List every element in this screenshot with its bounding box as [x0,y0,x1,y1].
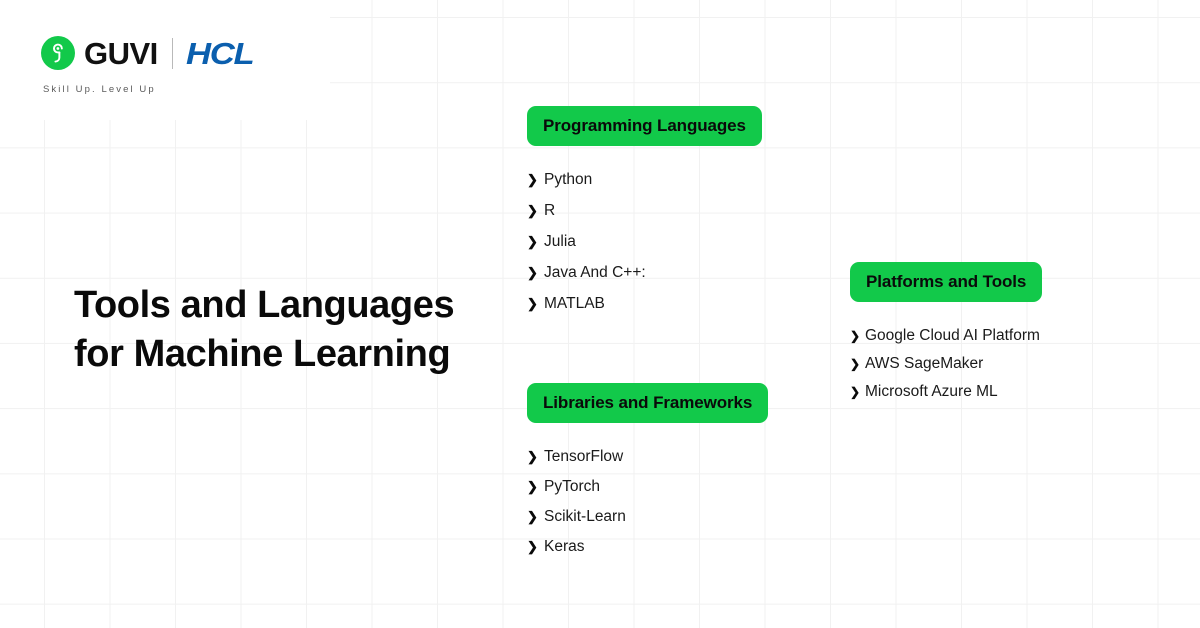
category-badge: Programming Languages [527,106,762,146]
list-item-label: Google Cloud AI Platform [865,327,1040,344]
category-libraries-and-frameworks: Libraries and Frameworks ❯ TensorFlow ❯ … [527,383,769,562]
category-platforms-and-tools: Platforms and Tools ❯ Google Cloud AI Pl… [850,262,1043,406]
list-item: ❯ AWS SageMaker [850,350,1042,378]
chevron-right-icon: ❯ [527,264,538,280]
list-item-label: AWS SageMaker [865,355,984,372]
list-item-label: TensorFlow [544,448,624,465]
chevron-right-icon: ❯ [527,233,538,249]
list-item: ❯ Julia [527,226,762,257]
list-item: ❯ TensorFlow [527,442,768,472]
list-item-label: Julia [544,232,576,250]
guvi-g-icon [41,36,75,70]
brand-tagline: Skill Up. Level Up [43,84,156,95]
list-item: ❯ Python [527,164,762,195]
hcl-wordmark: HCL [185,35,255,71]
logo-divider [171,37,173,69]
list-item-label: Keras [544,538,585,555]
list-item: ❯ Java And C++: [527,257,762,288]
chevron-right-icon: ❯ [527,171,538,187]
list-item-label: Python [544,170,593,188]
chevron-right-icon: ❯ [850,357,861,371]
list-item-label: Microsoft Azure ML [865,383,998,400]
chevron-right-icon: ❯ [527,295,538,311]
category-item-list: ❯ Google Cloud AI Platform ❯ AWS SageMak… [850,322,1042,406]
list-item: ❯ PyTorch [527,472,768,502]
chevron-right-icon: ❯ [850,385,861,399]
page-title: Tools and Languages for Machine Learning [74,284,455,376]
list-item: ❯ R [527,195,762,226]
brand-logo: GUVI HCL Skill Up. Level Up [41,33,254,95]
list-item: ❯ Scikit-Learn [527,502,768,532]
chevron-right-icon: ❯ [527,449,538,464]
list-item-label: Java And C++: [544,263,646,281]
chevron-right-icon: ❯ [527,479,538,494]
category-programming-languages: Programming Languages ❯ Python ❯ R ❯ Jul… [527,106,762,319]
list-item-label: MATLAB [544,294,605,312]
list-item-label: R [544,201,556,219]
logo-row: GUVI HCL [41,33,254,73]
list-item: ❯ MATLAB [527,288,762,319]
chevron-right-icon: ❯ [527,539,538,554]
list-item-label: Scikit-Learn [544,508,626,525]
chevron-right-icon: ❯ [527,509,538,524]
category-item-list: ❯ Python ❯ R ❯ Julia ❯ Java And C++: ❯ M… [527,164,762,319]
list-item: ❯ Microsoft Azure ML [850,378,1042,406]
list-item-label: PyTorch [544,478,600,495]
category-badge: Platforms and Tools [850,262,1043,302]
list-item: ❯ Google Cloud AI Platform [850,322,1042,350]
chevron-right-icon: ❯ [527,202,538,218]
guvi-wordmark: GUVI [84,35,158,71]
category-item-list: ❯ TensorFlow ❯ PyTorch ❯ Scikit-Learn ❯ … [527,442,768,562]
chevron-right-icon: ❯ [850,329,861,343]
list-item: ❯ Keras [527,532,768,562]
category-badge: Libraries and Frameworks [527,383,769,423]
